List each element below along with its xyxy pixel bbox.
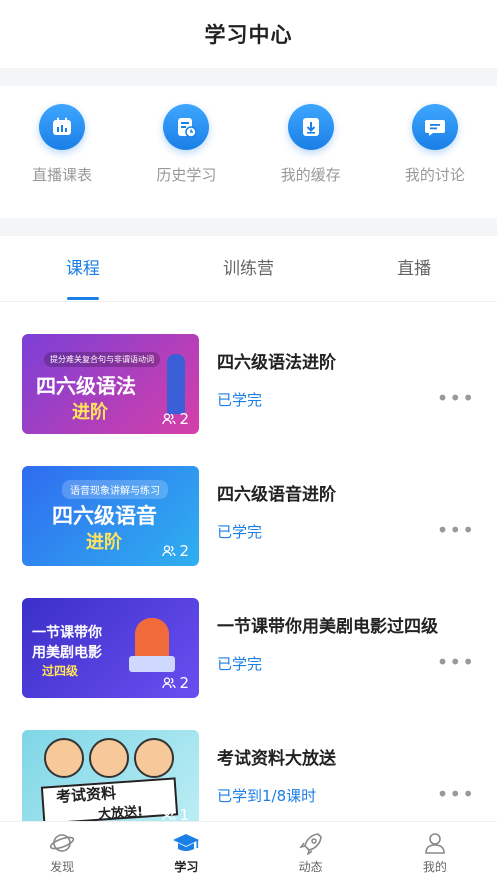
tab-courses[interactable]: 课程 [0,236,166,302]
tabbar-label: 动态 [298,859,323,874]
divider [0,68,497,86]
discussion-icon [411,104,458,150]
bottom-tabbar: 发现 学习 动态 我的 [0,821,497,883]
tabbar-label: 我的 [422,859,447,874]
quick-action-cache[interactable]: 我的缓存 [256,104,366,185]
quick-action-label: 历史学习 [156,166,217,184]
tabbar-label: 学习 [174,859,199,874]
quick-action-discussion[interactable]: 我的讨论 [380,104,490,185]
user-group-icon [162,545,177,557]
learners-number: 2 [179,410,189,428]
course-thumbnail: 一节课带你 用美剧电影 过四级 2 [22,598,199,698]
course-list: 提分难关复合句与非谓语动词 四六级语法 进阶 2 四六级语法进阶 已学完 •••… [0,302,497,830]
history-icon [163,104,210,150]
thumbnail-subtitle: 过四级 [42,664,79,678]
course-item[interactable]: 一节课带你 用美剧电影 过四级 2 一节课带你用美剧电影过四级 已学完 ••• [0,566,497,698]
illustration-person [167,354,185,414]
user-icon [425,832,445,854]
course-item[interactable]: 语音现象讲解与练习 四六级语音 进阶 2 四六级语音进阶 已学完 ••• [0,434,497,566]
quick-action-label: 直播课表 [32,166,93,184]
header: 学习中心 [0,0,497,68]
more-options-icon[interactable]: ••• [437,782,475,806]
illustration-laptop [129,656,175,672]
course-thumbnail: 提分难关复合句与非谓语动词 四六级语法 进阶 2 [22,334,199,434]
calendar-icon [39,104,86,150]
thumbnail-tagline: 一节课带你 [32,625,102,641]
download-icon [287,104,334,150]
tabbar-label: 发现 [50,859,75,874]
more-options-icon[interactable]: ••• [437,518,475,542]
course-title: 一节课带你用美剧电影过四级 [217,617,438,637]
content-tabs: 课程 训练营 直播 [0,236,497,302]
tabbar-me[interactable]: 我的 [373,822,497,883]
quick-action-label: 我的缓存 [280,166,341,184]
more-options-icon[interactable]: ••• [437,650,475,674]
thumbnail-tagline: 提分难关复合句与非谓语动词 [44,352,160,367]
learners-number: 2 [179,674,189,692]
quick-action-label: 我的讨论 [404,166,465,184]
divider [0,218,497,236]
tabbar-study[interactable]: 学习 [124,822,248,883]
thumbnail-subtitle: 进阶 [86,532,122,553]
thumbnail-title: 四六级语音 [52,504,157,528]
learners-count: 2 [162,674,189,692]
tab-training-camp[interactable]: 训练营 [166,236,332,302]
rocket-icon [298,832,322,855]
thumbnail-subtitle: 大放送! [97,804,144,823]
course-thumbnail: 考试资料 大放送! 1 [22,730,199,830]
course-item[interactable]: 提分难关复合句与非谓语动词 四六级语法 进阶 2 四六级语法进阶 已学完 ••• [0,302,497,434]
thumbnail-tagline: 语音现象讲解与练习 [62,480,168,499]
course-item[interactable]: 考试资料 大放送! 1 考试资料大放送 已学到1/8课时 ••• [0,698,497,830]
planet-icon [49,833,75,852]
more-options-icon[interactable]: ••• [437,386,475,410]
thumbnail-subtitle: 进阶 [72,402,108,423]
learners-count: 2 [162,542,189,560]
tabbar-discover[interactable]: 发现 [0,822,124,883]
learners-number: 2 [179,542,189,560]
quick-actions: 直播课表 历史学习 我的缓存 我的讨论 [0,86,497,218]
course-title: 四六级语法进阶 [217,353,336,373]
course-thumbnail: 语音现象讲解与练习 四六级语音 进阶 2 [22,466,199,566]
tab-live[interactable]: 直播 [331,236,497,302]
graduation-cap-icon [173,833,200,851]
thumbnail-title: 用美剧电影 [32,645,102,661]
course-title: 四六级语音进阶 [217,485,336,505]
quick-action-history[interactable]: 历史学习 [131,104,241,185]
quick-action-live-schedule[interactable]: 直播课表 [7,104,117,185]
tabbar-feed[interactable]: 动态 [249,822,373,883]
page-title: 学习中心 [204,23,293,47]
illustration-faces [44,738,174,782]
learners-count: 2 [162,410,189,428]
user-group-icon [162,413,177,425]
user-group-icon [162,809,177,821]
user-group-icon [162,677,177,689]
course-title: 考试资料大放送 [217,749,336,769]
thumbnail-title: 四六级语法 [36,374,136,398]
